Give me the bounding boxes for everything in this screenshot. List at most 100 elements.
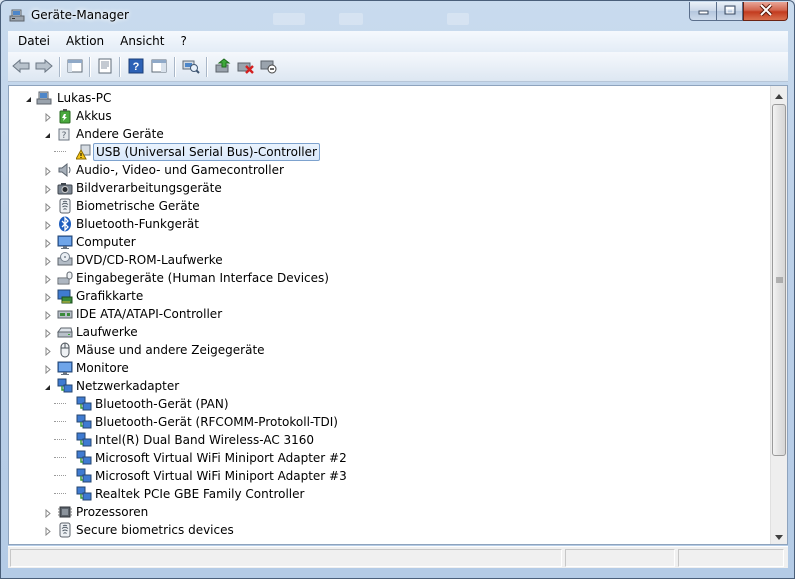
tree-node[interactable]: Secure biometrics devices: [9, 521, 749, 539]
collapsed-triangle-icon[interactable]: [43, 507, 52, 519]
tree-node[interactable]: Audio-, Video- und Gamecontroller: [9, 161, 749, 179]
close-button[interactable]: [743, 2, 788, 21]
collapsed-triangle-icon[interactable]: [43, 291, 52, 303]
collapsed-triangle-icon[interactable]: [43, 219, 52, 231]
tree-node[interactable]: Microsoft Virtual WiFi Miniport Adapter …: [9, 467, 749, 485]
scan-hardware-button[interactable]: [181, 57, 201, 77]
tree-connector: [54, 151, 66, 152]
forward-button[interactable]: [34, 57, 54, 77]
tree-node[interactable]: Intel(R) Dual Band Wireless-AC 3160: [9, 431, 749, 449]
tree-node-label[interactable]: Prozessoren: [74, 504, 150, 520]
expanded-triangle-icon[interactable]: [24, 93, 33, 102]
hid-icon: [57, 270, 73, 286]
tree-node-label[interactable]: Bluetooth-Funkgerät: [74, 216, 201, 232]
tree-node[interactable]: DVD/CD-ROM-Laufwerke: [9, 251, 749, 269]
tree-node-label[interactable]: Bildverarbeitungsgeräte: [74, 180, 224, 196]
tree-node[interactable]: Eingabegeräte (Human Interface Devices): [9, 269, 749, 287]
tree-node-label[interactable]: Eingabegeräte (Human Interface Devices): [74, 270, 331, 286]
tree-node-label[interactable]: Audio-, Video- und Gamecontroller: [74, 162, 286, 178]
tree-node[interactable]: USB (Universal Serial Bus)-Controller: [9, 143, 749, 161]
tree-node-label[interactable]: Computer: [74, 234, 138, 250]
menu-file[interactable]: Datei: [8, 31, 58, 52]
tree-node-label[interactable]: Bluetooth-Gerät (PAN): [93, 396, 231, 412]
tree-node-label[interactable]: Secure biometrics devices: [74, 522, 236, 538]
menu-view[interactable]: Ansicht: [112, 31, 172, 52]
disable-device-button[interactable]: [259, 57, 279, 77]
tree-node-label[interactable]: USB (Universal Serial Bus)-Controller: [93, 143, 320, 161]
tree-node[interactable]: Laufwerke: [9, 323, 749, 341]
tree-node[interactable]: Microsoft Virtual WiFi Miniport Adapter …: [9, 449, 749, 467]
collapsed-triangle-icon[interactable]: [43, 363, 52, 375]
minimize-button[interactable]: [689, 2, 716, 21]
update-driver-button[interactable]: [213, 57, 233, 77]
collapsed-triangle-icon[interactable]: [43, 237, 52, 249]
tree-node-label[interactable]: Akkus: [74, 108, 114, 124]
tree-node[interactable]: Grafikkarte: [9, 287, 749, 305]
title-bar[interactable]: Geräte-Manager: [1, 1, 794, 31]
scroll-up-button[interactable]: [771, 86, 787, 103]
collapsed-triangle-icon[interactable]: [43, 309, 52, 321]
tree-node[interactable]: Computer: [9, 233, 749, 251]
collapsed-triangle-icon[interactable]: [43, 183, 52, 195]
tree-node[interactable]: Netzwerkadapter: [9, 377, 749, 395]
collapsed-triangle-icon[interactable]: [43, 327, 52, 339]
device-tree[interactable]: Lukas-PC Akkus? Andere Geräte USB (Universa…: [9, 86, 766, 544]
vertical-scrollbar[interactable]: [770, 86, 787, 544]
action-pane-button[interactable]: [149, 57, 169, 77]
tree-node-label[interactable]: Andere Geräte: [74, 126, 166, 142]
tree-node[interactable]: Bildverarbeitungsgeräte: [9, 179, 749, 197]
tree-node[interactable]: Monitore: [9, 359, 749, 377]
tree-node[interactable]: ? Andere Geräte: [9, 125, 749, 143]
back-button[interactable]: [11, 57, 31, 77]
tree-node[interactable]: Biometrische Geräte: [9, 197, 749, 215]
expanded-triangle-icon[interactable]: [43, 129, 52, 138]
device-tree-panel: Lukas-PC Akkus? Andere Geräte USB (Universa…: [8, 85, 788, 545]
tree-node[interactable]: Bluetooth-Funkgerät: [9, 215, 749, 233]
tree-node-label[interactable]: DVD/CD-ROM-Laufwerke: [74, 252, 225, 268]
tree-node[interactable]: Prozessoren: [9, 503, 749, 521]
tree-connector: [54, 439, 66, 440]
tree-node-label[interactable]: Microsoft Virtual WiFi Miniport Adapter …: [93, 450, 349, 466]
console-tree-button[interactable]: [65, 57, 85, 77]
tree-node[interactable]: Lukas-PC: [9, 89, 749, 107]
collapsed-triangle-icon[interactable]: [43, 165, 52, 177]
menu-action[interactable]: Aktion: [58, 31, 112, 52]
toolbar-separator: [89, 57, 90, 77]
tree-node[interactable]: Mäuse und andere Zeigegeräte: [9, 341, 749, 359]
tree-node-label[interactable]: Grafikkarte: [74, 288, 145, 304]
scrollbar-thumb[interactable]: [772, 104, 786, 456]
collapsed-triangle-icon[interactable]: [43, 345, 52, 357]
maximize-button[interactable]: [716, 2, 743, 21]
tree-node[interactable]: IDE ATA/ATAPI-Controller: [9, 305, 749, 323]
tree-node-label[interactable]: Lukas-PC: [55, 90, 113, 106]
collapsed-triangle-icon[interactable]: [43, 525, 52, 537]
expanded-triangle-icon[interactable]: [43, 381, 52, 390]
tree-node-label[interactable]: Bluetooth-Gerät (RFCOMM-Protokoll-TDI): [93, 414, 340, 430]
tree-node[interactable]: Realtek PCIe GBE Family Controller: [9, 485, 749, 503]
scroll-down-button[interactable]: [771, 527, 787, 544]
tree-connector: [54, 493, 66, 494]
tree-node-label[interactable]: Netzwerkadapter: [74, 378, 181, 394]
help-button[interactable]: ?: [126, 57, 146, 77]
collapsed-triangle-icon[interactable]: [43, 255, 52, 267]
tree-node[interactable]: Bluetooth-Gerät (PAN): [9, 395, 749, 413]
tree-node[interactable]: Bluetooth-Gerät (RFCOMM-Protokoll-TDI): [9, 413, 749, 431]
tree-node[interactable]: Akkus: [9, 107, 749, 125]
window-controls: [689, 2, 788, 22]
tree-node-label[interactable]: Intel(R) Dual Band Wireless-AC 3160: [93, 432, 316, 448]
collapsed-triangle-icon[interactable]: [43, 111, 52, 123]
tree-node-label[interactable]: Mäuse und andere Zeigegeräte: [74, 342, 267, 358]
properties-button[interactable]: [95, 57, 115, 77]
collapsed-triangle-icon[interactable]: [43, 201, 52, 213]
tree-node-label[interactable]: Laufwerke: [74, 324, 140, 340]
tree-node-label[interactable]: Microsoft Virtual WiFi Miniport Adapter …: [93, 468, 349, 484]
tree-node-label[interactable]: Monitore: [74, 360, 131, 376]
disable-device-icon: [260, 58, 278, 77]
menu-help[interactable]: ?: [172, 31, 194, 52]
tree-node-label[interactable]: IDE ATA/ATAPI-Controller: [74, 306, 224, 322]
close-icon: [759, 3, 773, 19]
tree-node-label[interactable]: Biometrische Geräte: [74, 198, 202, 214]
uninstall-button[interactable]: [236, 57, 256, 77]
collapsed-triangle-icon[interactable]: [43, 273, 52, 285]
tree-node-label[interactable]: Realtek PCIe GBE Family Controller: [93, 486, 306, 502]
